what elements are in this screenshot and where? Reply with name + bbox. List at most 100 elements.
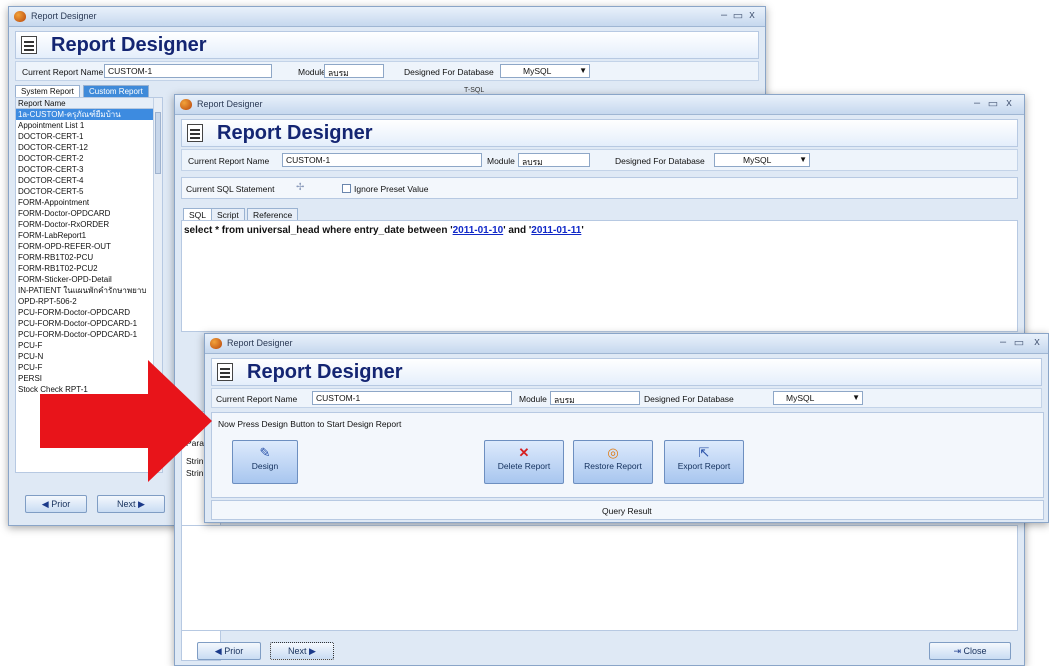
list-item[interactable]: FORM-Appointment [16, 197, 162, 208]
next-button[interactable]: Next ▶ [97, 495, 165, 513]
minimize-icon[interactable]: – [717, 9, 731, 21]
restore-label: Restore Report [584, 461, 642, 471]
app-icon [14, 11, 26, 22]
list-item[interactable]: FORM-Sticker-OPD-Detail [16, 274, 162, 285]
chevron-down-icon: ▼ [852, 393, 860, 402]
scroll-thumb[interactable] [155, 112, 161, 174]
list-item[interactable]: DOCTOR-CERT-2 [16, 153, 162, 164]
database-value: MySQL [786, 393, 815, 403]
delete-report-button[interactable]: ✕ Delete Report [484, 440, 564, 484]
maximize-icon[interactable]: ▭ [986, 97, 1000, 110]
list-item[interactable]: PCU-FORM-Doctor-OPDCARD-1 [16, 329, 162, 340]
sql-statement-label: Current SQL Statement [186, 184, 275, 194]
maximize-icon[interactable]: ▭ [731, 9, 745, 22]
module-field[interactable]: ลบรม [324, 64, 384, 78]
list-item[interactable]: PCU-F [16, 340, 162, 351]
list-item[interactable]: 1a-CUSTOM-ครุภัณฑ์ยืมบ้าน [16, 109, 162, 120]
current-report-field[interactable]: CUSTOM-1 [282, 153, 482, 167]
ignore-preset-checkbox[interactable] [342, 184, 351, 193]
title-bar: Report Designer – ▭ x [205, 334, 1048, 354]
report-info-bar: Current Report Name CUSTOM-1 Module ลบรม… [211, 388, 1042, 408]
export-report-button[interactable]: ⇱ Export Report [664, 440, 744, 484]
design-panel: Now Press Design Button to Start Design … [211, 412, 1044, 498]
minimize-icon[interactable]: – [970, 97, 984, 109]
close-icon[interactable]: x [1002, 97, 1016, 109]
sql-editor[interactable]: select * from universal_head where entry… [181, 220, 1018, 332]
app-icon [210, 338, 222, 349]
module-field[interactable]: ลบรม [550, 391, 640, 405]
database-select[interactable]: MySQL ▼ [500, 64, 590, 78]
arrow-left-icon: ◀ [214, 646, 222, 656]
query-result-label: Query Result [602, 506, 652, 516]
current-report-label: Current Report Name [188, 156, 270, 166]
design-button[interactable]: ✎ Design [232, 440, 298, 484]
list-item[interactable]: FORM-RB1T02-PCU [16, 252, 162, 263]
list-item[interactable]: DOCTOR-CERT-4 [16, 175, 162, 186]
sql-middle: ' and ' [503, 225, 532, 236]
chevron-down-icon: ▼ [579, 66, 587, 75]
window-title: Report Designer [197, 99, 263, 109]
report-designer-window-3: Report Designer – ▭ x Report Designer Cu… [204, 333, 1049, 523]
pin-icon[interactable]: ✢ [296, 182, 304, 193]
header-banner: Report Designer [15, 31, 759, 59]
prior-button[interactable]: ◀ Prior [197, 642, 261, 660]
list-item[interactable]: FORM-OPD-REFER-OUT [16, 241, 162, 252]
arrow-right-icon: ▶ [138, 499, 145, 509]
list-item[interactable]: DOCTOR-CERT-5 [16, 186, 162, 197]
title-bar: Report Designer – ▭ x [175, 95, 1024, 115]
database-select[interactable]: MySQL ▼ [714, 153, 810, 167]
list-item[interactable]: FORM-Doctor-RxORDER [16, 219, 162, 230]
window-title: Report Designer [31, 11, 97, 21]
module-field[interactable]: ลบรม [518, 153, 590, 167]
header-title: Report Designer [217, 122, 373, 144]
list-item[interactable]: DOCTOR-CERT-3 [16, 164, 162, 175]
header-banner: Report Designer [181, 119, 1018, 147]
hint-text: Now Press Design Button to Start Design … [218, 419, 402, 429]
design-icon: ✎ [259, 445, 271, 460]
report-info-bar: Current Report Name CUSTOM-1 Module ลบรม… [15, 61, 759, 81]
prior-button[interactable]: ◀ Prior [25, 495, 87, 513]
module-label: Module [298, 67, 326, 77]
close-icon[interactable]: x [745, 9, 759, 21]
database-select[interactable]: MySQL ▼ [773, 391, 863, 405]
close-button[interactable]: ⇥ Close [929, 642, 1011, 660]
list-item[interactable]: Appointment List 1 [16, 120, 162, 131]
minimize-icon[interactable]: – [996, 336, 1010, 348]
list-item[interactable]: PCU-FORM-Doctor-OPDCARD [16, 307, 162, 318]
list-item[interactable]: PCU-FORM-Doctor-OPDCARD-1 [16, 318, 162, 329]
list-item[interactable]: IN-PATIENT ในแผนพักคำรักษาพยาบ [16, 285, 162, 296]
list-item[interactable]: DOCTOR-CERT-1 [16, 131, 162, 142]
current-report-field[interactable]: CUSTOM-1 [104, 64, 272, 78]
sql-toolbar: Current SQL Statement ✢ Ignore Preset Va… [181, 177, 1018, 199]
report-icon [21, 36, 37, 54]
restore-report-button[interactable]: ◎ Restore Report [573, 440, 653, 484]
header-title: Report Designer [247, 361, 403, 383]
list-item[interactable]: FORM-Doctor-OPDCARD [16, 208, 162, 219]
header-title: Report Designer [51, 34, 207, 56]
database-label: Designed For Database [404, 67, 494, 77]
list-item[interactable]: FORM-LabReport1 [16, 230, 162, 241]
next-button[interactable]: Next ▶ [270, 642, 334, 660]
database-value: MySQL [523, 66, 552, 76]
ignore-preset-label: Ignore Preset Value [354, 184, 429, 194]
close-icon[interactable]: x [1030, 336, 1044, 348]
tab-custom-report[interactable]: Custom Report [83, 85, 149, 97]
prior-label: Prior [51, 499, 71, 509]
exit-icon: ⇥ [953, 646, 961, 656]
list-item[interactable]: OPD-RPT-506-2 [16, 296, 162, 307]
design-label: Design [251, 461, 279, 471]
list-item[interactable]: DOCTOR-CERT-12 [16, 142, 162, 153]
maximize-icon[interactable]: ▭ [1012, 336, 1026, 349]
list-header: Report Name [16, 98, 162, 109]
sql-date-2: 2011-01-11 [531, 225, 582, 236]
app-icon [180, 99, 192, 110]
tab-system-report[interactable]: System Report [15, 85, 80, 97]
list-item[interactable]: FORM-RB1T02-PCU2 [16, 263, 162, 274]
current-report-label: Current Report Name [216, 394, 298, 404]
tsql-label: T-SQL [464, 87, 485, 94]
delete-label: Delete Report [497, 461, 551, 471]
current-report-label: Current Report Name [22, 67, 104, 77]
restore-icon: ◎ [607, 445, 619, 460]
current-report-field[interactable]: CUSTOM-1 [312, 391, 512, 405]
report-info-bar: Current Report Name CUSTOM-1 Module ลบรม… [181, 149, 1018, 171]
